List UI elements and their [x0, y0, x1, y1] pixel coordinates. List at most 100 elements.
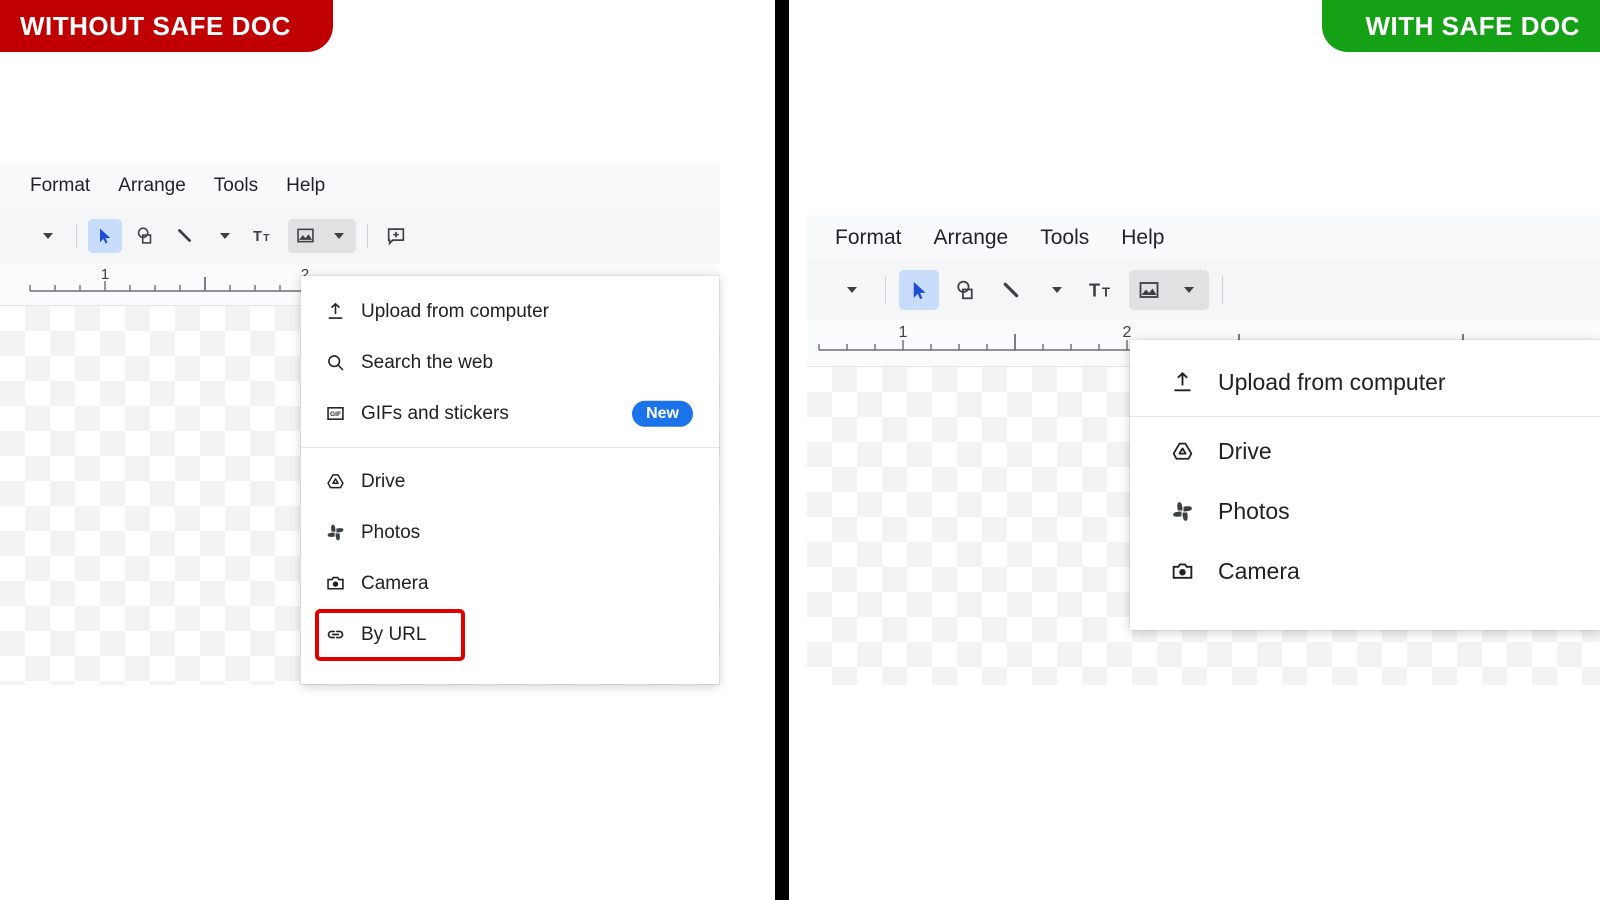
toolbar-image-caret[interactable]: [1169, 270, 1209, 310]
cursor-select-icon: [913, 281, 926, 299]
image-menu-right[interactable]: Upload from computer Drive Photos Camera: [1130, 340, 1600, 630]
text-box-icon: T T: [1089, 280, 1110, 300]
toolbar-right: T T: [807, 260, 1600, 320]
toolbar-separator-1: [885, 276, 886, 304]
with-safe-doc-panel: Format Arrange Tools Help T T 1 2 Upload…: [789, 0, 1600, 900]
toolbar-overflow-caret[interactable]: [832, 270, 872, 310]
toolbar-left: T T: [0, 208, 720, 263]
menu-help[interactable]: Help: [1105, 226, 1180, 250]
menu-item-drive[interactable]: Drive: [301, 456, 719, 507]
banner-label: WITHOUT SAFE DOC: [20, 10, 291, 41]
with-safe-doc-banner: WITH SAFE DOC: [1321, 0, 1600, 52]
toolbar-text-tool[interactable]: T T: [1083, 270, 1123, 310]
toolbar-line-tool[interactable]: [991, 270, 1031, 310]
menu-item-label: GIFs and stickers: [361, 402, 509, 424]
menu-item-photos[interactable]: Photos: [301, 507, 719, 558]
camera-icon: [1170, 559, 1210, 584]
menu-item-label: Upload from computer: [361, 300, 549, 322]
menu-item-photos[interactable]: Photos: [1130, 481, 1600, 541]
cursor-select-icon: [100, 228, 111, 243]
comment-add-icon: [387, 227, 405, 245]
line-icon: [178, 228, 191, 242]
toolbar-line-caret[interactable]: [208, 219, 242, 253]
image-icon: [296, 228, 314, 243]
toolbar-overflow-caret[interactable]: [31, 219, 65, 253]
menubar-left: Format Arrange Tools Help: [0, 163, 720, 208]
menu-item-label: Camera: [1218, 557, 1300, 584]
toolbar-select-tool[interactable]: [899, 270, 939, 310]
ruler-label-2: 2: [1123, 324, 1132, 341]
menu-item-by-url[interactable]: By URL: [301, 608, 719, 661]
menu-item-search-the-web[interactable]: Search the web: [301, 337, 719, 388]
menubar-right: Format Arrange Tools Help: [807, 215, 1600, 260]
link-icon: [325, 624, 355, 645]
toolbar-line-tool[interactable]: [168, 219, 202, 253]
chevron-down-icon: [43, 232, 53, 239]
toolbar-select-tool[interactable]: [88, 218, 122, 253]
menu-separator: [1130, 416, 1600, 417]
menu-item-label: Photos: [1218, 497, 1290, 524]
menu-item-camera[interactable]: Camera: [301, 558, 719, 609]
toolbar-shape-tool[interactable]: [128, 219, 162, 253]
menu-separator: [301, 447, 719, 448]
svg-text:T: T: [1102, 284, 1110, 299]
svg-text:T: T: [263, 233, 270, 244]
toolbar-shape-tool[interactable]: [945, 270, 985, 310]
image-icon: [1139, 282, 1159, 298]
svg-text:GIF: GIF: [330, 411, 341, 418]
menu-tools[interactable]: Tools: [200, 175, 272, 197]
toolbar-comment-tool[interactable]: [379, 219, 413, 253]
without-safe-doc-panel: Format Arrange Tools Help T T 1 2 Upload…: [0, 0, 775, 900]
panel-divider: [775, 0, 789, 900]
menu-format[interactable]: Format: [819, 226, 918, 250]
menu-item-upload-from-computer[interactable]: Upload from computer: [1130, 352, 1600, 412]
ruler-label-1: 1: [899, 324, 908, 341]
toolbar-image-tool[interactable]: [1129, 270, 1169, 310]
menu-item-label: Camera: [361, 572, 429, 594]
toolbar-separator-1: [76, 223, 77, 248]
drive-icon: [1170, 439, 1210, 464]
chevron-down-icon: [847, 287, 857, 293]
camera-icon: [325, 573, 355, 594]
comparison-stage: Format Arrange Tools Help T T 1 2 Upload…: [0, 0, 1600, 900]
menu-format[interactable]: Format: [16, 175, 104, 197]
menu-item-upload-from-computer[interactable]: Upload from computer: [301, 286, 719, 337]
photos-icon: [325, 522, 355, 543]
toolbar-line-caret[interactable]: [1037, 270, 1077, 310]
gif-icon: GIF: [325, 403, 355, 424]
menu-tools[interactable]: Tools: [1024, 226, 1105, 250]
menu-item-label: Search the web: [361, 351, 494, 373]
toolbar-text-tool[interactable]: T T: [248, 219, 282, 253]
menu-item-label: Upload from computer: [1218, 368, 1446, 395]
menu-item-camera[interactable]: Camera: [1130, 541, 1600, 601]
toolbar-image-caret[interactable]: [322, 218, 356, 253]
svg-text:T: T: [1089, 280, 1100, 300]
line-icon: [1003, 282, 1018, 297]
menu-item-gifs-and-stickers[interactable]: GIF GIFs and stickers New: [301, 388, 719, 439]
image-menu-left[interactable]: Upload from computer Search the web GIF: [301, 276, 719, 684]
shape-icon: [956, 280, 973, 299]
toolbar-separator-2: [367, 223, 368, 248]
chevron-down-icon: [220, 232, 230, 239]
toolbar-separator-2: [1222, 276, 1223, 304]
menu-item-label: By URL: [361, 623, 427, 645]
menu-arrange[interactable]: Arrange: [918, 226, 1025, 250]
new-badge: New: [632, 400, 693, 427]
toolbar-image-tool[interactable]: [288, 218, 322, 253]
shape-icon: [137, 226, 152, 244]
drive-icon: [325, 471, 355, 492]
menu-item-drive[interactable]: Drive: [1130, 421, 1600, 481]
upload-icon: [325, 301, 355, 322]
search-icon: [325, 352, 355, 373]
photos-icon: [1170, 499, 1210, 524]
menu-help[interactable]: Help: [272, 175, 339, 197]
upload-icon: [1170, 370, 1210, 395]
banner-label: WITH SAFE DOC: [1365, 10, 1580, 41]
svg-text:T: T: [253, 229, 262, 245]
menu-item-label: Photos: [361, 521, 421, 543]
menu-arrange[interactable]: Arrange: [104, 175, 200, 197]
menu-item-label: Drive: [1218, 437, 1272, 464]
text-box-icon: T T: [253, 229, 270, 245]
ruler-label-1: 1: [101, 266, 109, 283]
chevron-down-icon: [1184, 287, 1194, 293]
